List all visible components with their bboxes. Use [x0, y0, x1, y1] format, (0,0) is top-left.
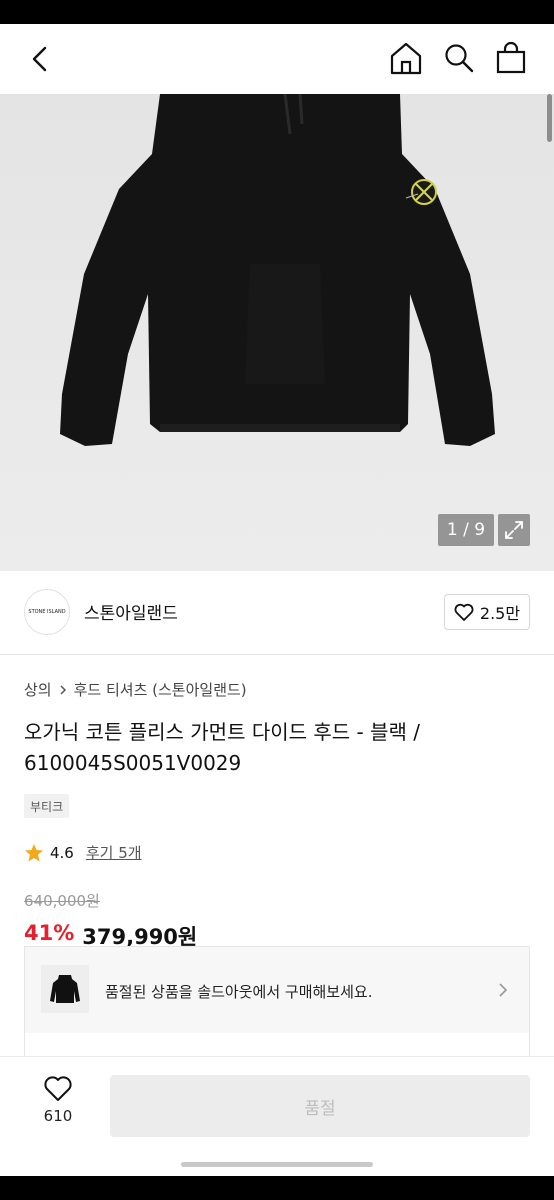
home-indicator	[181, 1162, 373, 1167]
hoodie-thumbnail-icon	[50, 975, 80, 1003]
back-button[interactable]	[22, 40, 60, 78]
rating-row: 4.6 후기 5개	[24, 842, 142, 863]
chevron-right-icon	[60, 684, 66, 695]
search-icon	[445, 44, 474, 73]
rating-value: 4.6	[50, 843, 74, 862]
chevron-right-icon	[499, 983, 508, 997]
original-price: 640,000원	[24, 892, 100, 910]
brand-like-count: 2.5만	[479, 604, 521, 623]
breadcrumb-item[interactable]: 후드 티셔츠 (스톤아일랜드)	[74, 679, 247, 700]
expand-icon	[505, 521, 523, 539]
like-button[interactable]: 610	[24, 1075, 92, 1139]
breadcrumb-item[interactable]: 상의	[24, 679, 52, 700]
cart-button[interactable]	[494, 40, 528, 76]
soldout-message: 품절된 상품을 솔드아웃에서 구매해보세요.	[105, 983, 373, 1001]
product-title: 오가닉 코튼 플리스 가먼트 다이드 후드 - 블랙 / 6100045S005…	[24, 720, 421, 775]
bottom-action-bar: 610 품절	[0, 1056, 554, 1176]
brand-like-button[interactable]: 2.5만	[444, 594, 530, 630]
top-bar	[0, 24, 554, 94]
image-counter: 1 / 9	[438, 514, 494, 546]
heart-icon	[44, 1076, 72, 1101]
reviews-link[interactable]: 후기 5개	[86, 842, 142, 863]
product-tag: 부티크	[24, 794, 70, 818]
soldout-thumbnail	[41, 965, 89, 1013]
product-image-gallery[interactable]	[0, 94, 554, 571]
breadcrumb: 상의 후드 티셔츠 (스톤아일랜드)	[24, 679, 247, 700]
star-icon	[25, 843, 43, 861]
brand-name[interactable]: 스톤아일랜드	[84, 599, 178, 624]
brand-row[interactable]: STONE ISLAND 스톤아일랜드 2.5만	[0, 571, 554, 655]
soldout-banner[interactable]: 품절된 상품을 솔드아웃에서 구매해보세요.	[25, 947, 529, 1033]
product-screen: 1 / 9 STONE ISLAND 스톤아일랜드 2.5만 상의 후드 티셔츠…	[0, 24, 554, 1176]
soldout-button[interactable]: 품절	[110, 1075, 530, 1137]
brand-logo[interactable]: STONE ISLAND	[24, 589, 70, 635]
home-icon	[390, 42, 422, 75]
heart-icon	[454, 603, 474, 621]
brand-logo-text: STONE ISLAND	[28, 609, 66, 615]
shopping-bag-icon	[496, 41, 526, 74]
scrollbar-thumb[interactable]	[547, 94, 552, 142]
home-button[interactable]	[389, 40, 423, 76]
like-count: 610	[43, 1107, 73, 1125]
hoodie-image	[60, 94, 495, 446]
expand-button[interactable]	[498, 514, 530, 546]
search-button[interactable]	[442, 40, 476, 76]
chevron-left-icon	[32, 46, 47, 72]
